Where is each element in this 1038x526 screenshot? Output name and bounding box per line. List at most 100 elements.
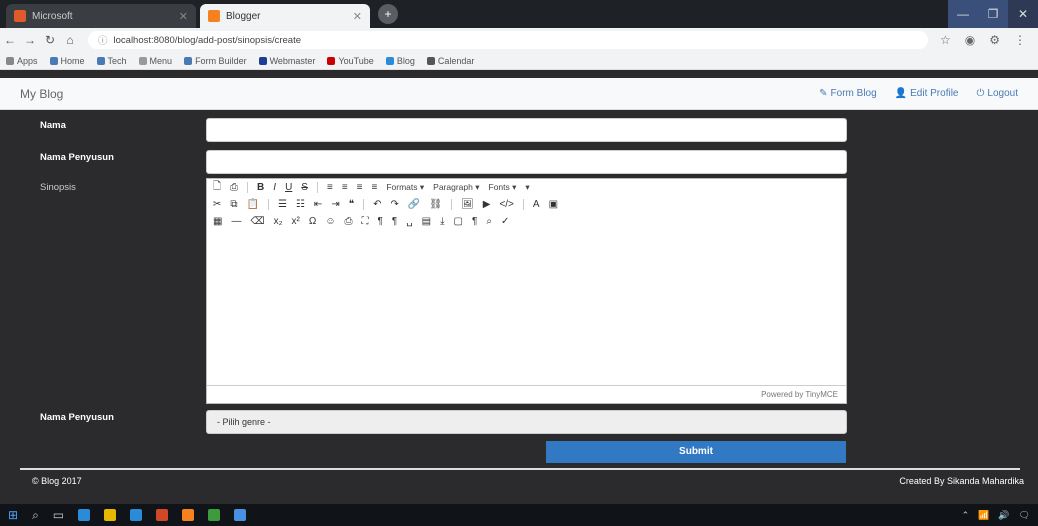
bookmark-icon — [258, 57, 267, 66]
search-icon[interactable]: ⌕ — [32, 508, 39, 523]
bookmark-item[interactable]: Home — [49, 56, 85, 66]
windows-start-icon[interactable]: ⊞ — [8, 508, 18, 522]
fullscreen-icon[interactable]: ⛶ — [362, 216, 369, 227]
bookmark-item[interactable]: YouTube — [327, 56, 374, 66]
browser-tab-active[interactable]: Blogger ✕ — [200, 4, 370, 28]
app-icon[interactable] — [208, 509, 221, 521]
strikethrough-icon[interactable]: S — [301, 182, 308, 193]
bookmark-item[interactable]: Apps — [6, 56, 38, 66]
spellcheck-icon[interactable]: ✓ — [501, 216, 509, 227]
table-icon[interactable]: ▦ — [213, 216, 222, 227]
media-icon[interactable]: ▶ — [483, 199, 491, 210]
numbered-list-icon[interactable]: ☷ — [296, 199, 305, 210]
tab-close-icon[interactable]: ✕ — [179, 10, 188, 23]
pagebreak-icon[interactable]: ⤓ — [440, 216, 444, 227]
extension-icon[interactable]: ◉ — [965, 33, 975, 47]
bookmark-item[interactable]: Calendar — [426, 56, 474, 66]
network-icon[interactable]: 📶 — [978, 510, 989, 521]
underline-icon[interactable]: U — [285, 182, 292, 193]
minimize-icon[interactable]: — — [948, 0, 978, 28]
bookmark-item[interactable]: Blog — [385, 56, 415, 66]
tray-arrow-icon[interactable]: ⌃ — [962, 510, 970, 521]
star-icon[interactable]: ☆ — [940, 33, 951, 47]
charmap-icon[interactable]: Ω — [309, 216, 316, 227]
bookmark-item[interactable]: Webmaster — [258, 56, 315, 66]
template-icon[interactable]: ▤ — [422, 216, 431, 227]
visualchars-icon[interactable]: ¶ — [472, 216, 477, 227]
volume-icon[interactable]: 🔊 — [998, 510, 1009, 521]
link-icon[interactable]: 🔗 — [408, 199, 420, 210]
forward-icon[interactable]: → — [20, 33, 40, 47]
align-right-icon[interactable]: ≡ — [357, 182, 363, 193]
browser-tab-inactive[interactable]: Microsoft ✕ — [6, 4, 196, 28]
justify-icon[interactable]: ≡ — [372, 182, 378, 193]
maximize-icon[interactable]: ❐ — [978, 0, 1008, 28]
bookmark-item[interactable]: Tech — [96, 56, 127, 66]
formats-dropdown[interactable]: Formats ▾ — [386, 182, 424, 193]
home-icon[interactable]: ⌂ — [60, 33, 80, 47]
chrome-icon[interactable] — [234, 509, 247, 521]
paste-icon[interactable]: 📋 — [247, 199, 259, 210]
app-icon[interactable] — [182, 509, 195, 521]
align-left-icon[interactable]: ≡ — [327, 182, 333, 193]
clear-format-icon[interactable]: ⌫ — [250, 216, 264, 227]
bold-icon[interactable]: B — [257, 182, 264, 193]
nama-input[interactable] — [206, 118, 847, 142]
indent-icon[interactable]: ⇥ — [331, 199, 339, 210]
outdent-icon[interactable]: ⇤ — [314, 199, 322, 210]
undo-icon[interactable]: ↶ — [373, 199, 381, 210]
align-center-icon[interactable]: ≡ — [342, 182, 348, 193]
store-icon[interactable] — [130, 509, 143, 521]
unlink-icon[interactable]: ⛓ — [429, 199, 442, 210]
penyusun-input[interactable] — [206, 150, 847, 174]
back-icon[interactable]: ← — [0, 33, 20, 47]
editor-toolbar-row-2: ✂ ⧉ 📋 ☰ ☷ ⇤ ⇥ ❝ ↶ ↷ 🔗 ⛓ 🖼 ▶ </> A ▣ — [207, 196, 846, 213]
reload-icon[interactable]: ↻ — [40, 33, 60, 47]
fonts-dropdown[interactable]: Fonts ▾ — [489, 182, 517, 193]
address-bar[interactable]: ⓘ localhost:8080/blog/add-post/sinopsis/… — [88, 31, 928, 49]
office-icon[interactable] — [156, 509, 169, 521]
searchreplace-icon[interactable]: ⌕ — [486, 216, 492, 227]
copy-icon[interactable]: ⧉ — [230, 199, 237, 210]
font-size-dropdown[interactable]: ▾ — [525, 182, 529, 193]
tab-close-icon[interactable]: ✕ — [353, 10, 362, 23]
new-tab-button[interactable]: + — [378, 4, 398, 24]
menu-icon[interactable]: ⋮ — [1014, 33, 1026, 47]
nav-logout[interactable]: ⏻ Logout — [976, 88, 1018, 99]
code-icon[interactable]: </> — [499, 199, 513, 210]
rich-text-editor[interactable]: 🗋 ⎙ B I U S ≡ ≡ ≡ ≡ Formats ▾ Paragraph … — [206, 178, 847, 404]
notification-icon[interactable]: 🗨 — [1019, 510, 1030, 521]
background-color-icon[interactable]: ▣ — [549, 199, 558, 210]
genre-select[interactable]: - Pilih genre - — [206, 410, 847, 434]
visualblocks-icon[interactable]: ▢ — [454, 216, 463, 227]
nonbreaking-icon[interactable]: ␣ — [406, 216, 412, 227]
redo-icon[interactable]: ↷ — [390, 199, 398, 210]
bookmark-item[interactable]: Menu — [138, 56, 172, 66]
bullet-list-icon[interactable]: ☰ — [278, 199, 287, 210]
ltr-icon[interactable]: ¶ — [378, 216, 383, 227]
nav-form-blog[interactable]: ✎ Form Blog — [819, 88, 877, 99]
file-explorer-icon[interactable] — [104, 509, 117, 521]
rtl-icon[interactable]: ¶ — [392, 216, 397, 227]
close-window-icon[interactable]: ✕ — [1008, 0, 1038, 28]
edge-icon[interactable] — [78, 509, 91, 521]
emoticons-icon[interactable]: ☺ — [325, 216, 335, 227]
print-icon[interactable]: ⎙ — [230, 182, 238, 193]
task-view-icon[interactable]: ▭ — [53, 508, 64, 522]
bookmark-item[interactable]: Form Builder — [184, 56, 247, 66]
new-document-icon[interactable]: 🗋 — [213, 179, 221, 196]
subscript-icon[interactable]: x₂ — [274, 216, 283, 227]
paragraph-dropdown[interactable]: Paragraph ▾ — [433, 182, 479, 193]
cut-icon[interactable]: ✂ — [213, 199, 221, 210]
superscript-icon[interactable]: x² — [291, 216, 299, 227]
image-icon[interactable]: 🖼 — [461, 199, 474, 210]
nav-edit-profile[interactable]: 👤 Edit Profile — [895, 88, 959, 99]
italic-icon[interactable]: I — [273, 182, 276, 193]
blockquote-icon[interactable]: ❝ — [349, 199, 354, 210]
horizontal-rule-icon[interactable]: ― — [231, 216, 241, 227]
submit-button[interactable]: Submit — [546, 441, 846, 463]
print-preview-icon[interactable]: ⎙ — [345, 216, 353, 227]
text-color-icon[interactable]: A — [533, 199, 540, 210]
brand-link[interactable]: My Blog — [20, 87, 63, 101]
settings-icon[interactable]: ⚙ — [989, 33, 1000, 47]
